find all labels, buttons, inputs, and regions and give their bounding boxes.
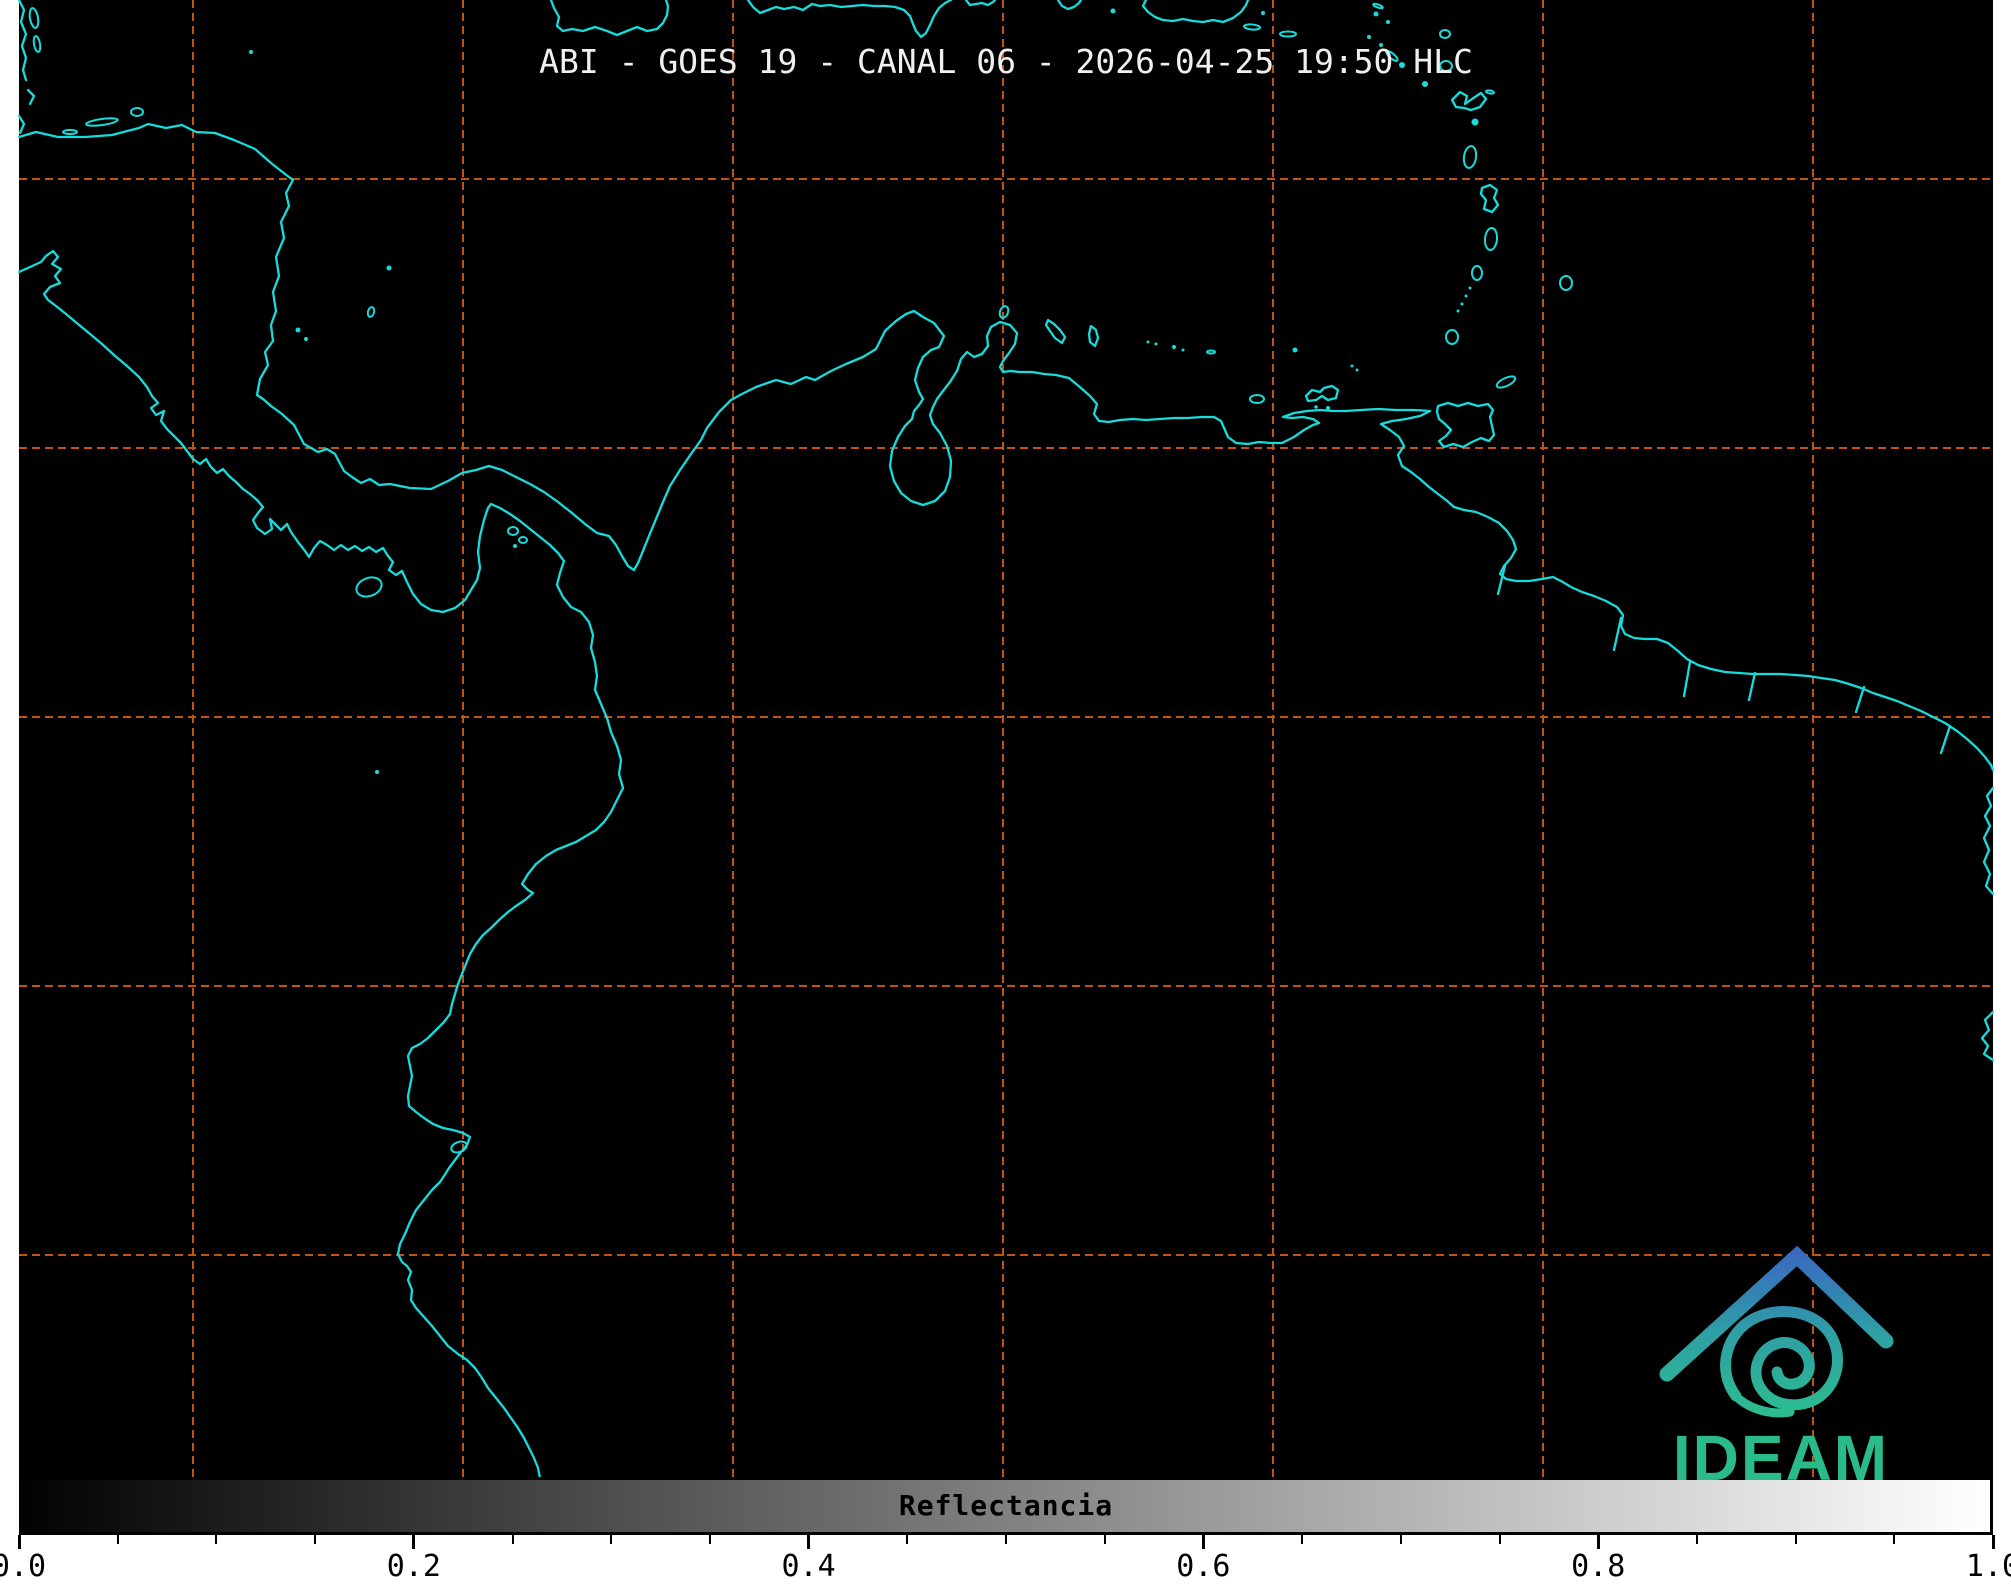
island-providencia: [386, 265, 392, 271]
island-marie-galante: [1471, 118, 1479, 126]
colorbar-tick-label: 0.0: [0, 1549, 47, 1584]
colorbar-tick-label: 0.4: [781, 1549, 836, 1584]
island-corn-island-2: [304, 337, 308, 341]
colorbar-minor-tick: [116, 1535, 119, 1544]
island-malpelo: [375, 770, 379, 774]
colorbar-minor-tick: [1399, 1535, 1402, 1544]
island-los-roques-2: [1181, 348, 1185, 352]
island-la-blanquilla: [1292, 347, 1298, 353]
colorbar-minor-tick: [1301, 1535, 1304, 1544]
island-montserrat: [1422, 81, 1428, 87]
colorbar-major-tick: [807, 1535, 811, 1549]
colorbar-minor-tick: [511, 1535, 514, 1544]
colorbar-major-tick: [17, 1535, 21, 1549]
island-virgin-islands: [1261, 11, 1265, 15]
island-grenadine-3: [1460, 302, 1464, 306]
ideam-spiral-icon: [1720, 1306, 1843, 1411]
island-los-testigos-2: [1355, 368, 1359, 372]
island-st-barthelemy: [1386, 20, 1390, 24]
island-saba: [1367, 35, 1371, 39]
island-las-aves-1: [1146, 340, 1150, 344]
colorbar-axis: 0.0 0.2 0.4 0.6 0.8 1.0: [0, 1535, 2011, 1584]
island-los-roques-1: [1172, 345, 1176, 349]
colorbar-tick-label: 0.8: [1571, 1549, 1626, 1584]
colorbar-minor-tick: [1103, 1535, 1106, 1544]
colorbar-minor-tick: [1695, 1535, 1698, 1544]
colorbar-minor-tick: [610, 1535, 613, 1544]
island-coche: [1326, 406, 1330, 410]
colorbar-minor-tick: [1498, 1535, 1501, 1544]
ideam-logo-text: IDEAM: [1673, 1422, 1889, 1494]
colorbar-minor-tick: [215, 1535, 218, 1544]
colorbar-minor-tick: [906, 1535, 909, 1544]
island-grenadine-4: [1456, 309, 1460, 313]
product-title: ABI - GOES 19 - CANAL 06 - 2026-04-25 19…: [539, 42, 1473, 81]
colorbar-major-tick: [1991, 1535, 1995, 1549]
island-st-martin: [1373, 11, 1379, 17]
island-corn-island-1: [295, 327, 301, 333]
island-mona: [1110, 8, 1116, 14]
colorbar-minor-tick: [1893, 1535, 1896, 1544]
satellite-image-viewer: { "title": "ABI - GOES 19 - CANAL 06 - 2…: [0, 0, 2011, 1584]
colorbar-tick-label: 1.0: [1965, 1549, 2011, 1584]
colorbar-minor-tick: [314, 1535, 317, 1544]
island-las-aves-2: [1154, 342, 1158, 346]
island-grenadine-2: [1464, 294, 1468, 298]
colorbar-minor-tick: [1794, 1535, 1797, 1544]
island-pearl-island-3: [513, 544, 517, 548]
island-los-testigos-1: [1350, 364, 1354, 368]
colorbar-major-tick: [1201, 1535, 1205, 1549]
colorbar-major-tick: [1596, 1535, 1600, 1549]
colorbar-minor-tick: [1005, 1535, 1007, 1544]
colorbar-minor-tick: [708, 1535, 711, 1544]
colorbar-tick-label: 0.2: [386, 1549, 441, 1584]
colorbar-tick-label: 0.6: [1176, 1549, 1231, 1584]
island-grenadine-1: [1468, 286, 1472, 290]
island-cubagua: [1314, 405, 1318, 409]
colorbar-major-tick: [412, 1535, 416, 1549]
ideam-logo: IDEAM: [1659, 1245, 1894, 1494]
